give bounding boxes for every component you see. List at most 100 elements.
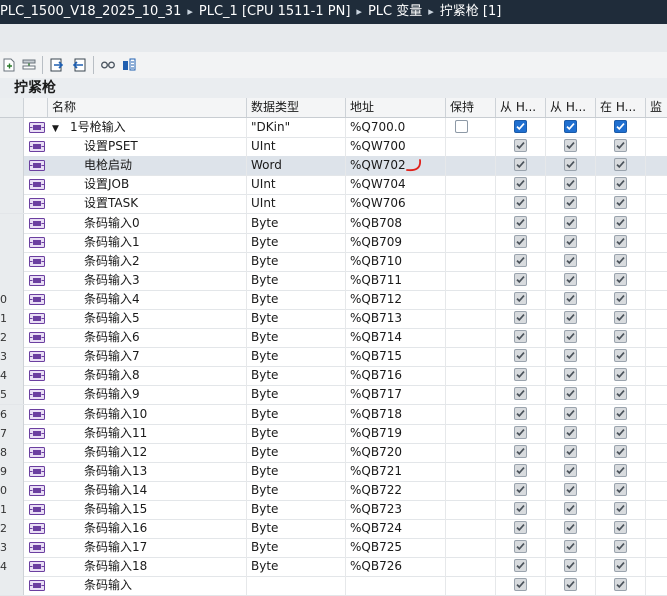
row-number[interactable]: 2 (0, 519, 24, 539)
tag-name-cell[interactable]: 条码输入6 (48, 328, 247, 348)
tag-name-cell[interactable]: 条码输入1 (48, 232, 247, 252)
row-number[interactable] (0, 270, 24, 290)
visible-in-hmi-checkbox[interactable] (614, 272, 627, 286)
tag-address-cell[interactable]: %QB724 (346, 519, 446, 539)
retain-checkbox[interactable] (455, 120, 468, 133)
accessible-from-hmi-checkbox[interactable] (514, 406, 527, 420)
accessible-from-hmi-checkbox[interactable] (514, 368, 527, 382)
tag-type-cell[interactable]: Byte (247, 538, 346, 558)
tag-address-cell[interactable]: %QB715 (346, 347, 446, 367)
row-number[interactable]: 3 (0, 538, 24, 558)
accessible-from-hmi-checkbox[interactable] (514, 521, 527, 535)
tag-type-cell[interactable]: Byte (247, 251, 346, 271)
table-row[interactable]: 2 条码输入16 Byte %QB724 (0, 519, 667, 540)
table-row[interactable]: 4 条码输入8 Byte %QB716 (0, 366, 667, 387)
table-row[interactable]: 条码输入3 Byte %QB711 (0, 270, 667, 291)
column-header-from-hmi-1[interactable]: 从 H... (496, 98, 546, 117)
writable-from-hmi-checkbox[interactable] (564, 482, 577, 496)
tag-address-cell[interactable]: %QW702 (346, 156, 446, 176)
watch-table-icon[interactable] (120, 56, 138, 74)
visible-in-hmi-checkbox[interactable] (614, 139, 627, 153)
writable-from-hmi-checkbox[interactable] (564, 196, 577, 210)
breadcrumb-item[interactable]: PLC_1500_V18_2025_10_31 (0, 4, 181, 19)
tag-address-cell[interactable]: %QB714 (346, 328, 446, 348)
row-number[interactable]: 1 (0, 309, 24, 328)
accessible-from-hmi-checkbox[interactable] (514, 559, 527, 573)
writable-from-hmi-checkbox[interactable] (564, 272, 577, 286)
tag-name-cell[interactable]: 条码输入12 (48, 442, 247, 462)
visible-in-hmi-checkbox[interactable] (614, 502, 627, 515)
row-number[interactable]: 2 (0, 328, 24, 348)
tag-name-cell[interactable]: 条码输入13 (48, 461, 247, 481)
export-icon[interactable] (48, 56, 66, 74)
visible-in-hmi-checkbox[interactable] (614, 463, 627, 477)
accessible-from-hmi-checkbox[interactable] (514, 311, 527, 324)
column-header-from-hmi-2[interactable]: 从 H... (546, 98, 596, 117)
tag-type-cell[interactable]: Byte (247, 423, 346, 443)
tag-name-cell[interactable]: 条码输入0 (48, 213, 247, 233)
visible-in-hmi-checkbox[interactable] (614, 406, 627, 420)
visible-in-hmi-checkbox[interactable] (614, 177, 627, 191)
table-row[interactable]: 条码输入0 Byte %QB708 (0, 213, 667, 234)
tag-type-cell[interactable]: Byte (247, 328, 346, 348)
row-number[interactable]: 6 (0, 404, 24, 424)
visible-in-hmi-checkbox[interactable] (614, 253, 627, 267)
table-row[interactable]: 2 条码输入6 Byte %QB714 (0, 328, 667, 349)
visible-in-hmi-checkbox[interactable] (614, 444, 627, 458)
row-number[interactable]: 0 (0, 480, 24, 500)
tag-name-cell[interactable]: 设置JOB (48, 175, 247, 195)
table-row[interactable]: 0 条码输入4 Byte %QB712 (0, 289, 667, 310)
tag-address-cell[interactable]: %QB709 (346, 232, 446, 252)
column-header-in-hmi[interactable]: 在 H... (596, 98, 646, 117)
visible-in-hmi-checkbox[interactable] (614, 368, 627, 382)
tag-type-cell[interactable]: Byte (247, 347, 346, 367)
tag-name-cell[interactable]: 设置TASK (48, 194, 247, 214)
column-header-type[interactable]: 数据类型 (247, 98, 346, 117)
row-number[interactable]: 4 (0, 557, 24, 577)
writable-from-hmi-checkbox[interactable] (564, 253, 577, 267)
visible-in-hmi-checkbox[interactable] (614, 311, 627, 324)
writable-from-hmi-checkbox[interactable] (564, 311, 577, 324)
tag-type-cell[interactable]: Byte (247, 557, 346, 577)
visible-in-hmi-checkbox[interactable] (614, 215, 627, 229)
accessible-from-hmi-checkbox[interactable] (514, 482, 527, 496)
tag-type-cell[interactable]: Byte (247, 366, 346, 386)
tag-name-cell[interactable]: 条码输入5 (48, 309, 247, 328)
insert-row-icon[interactable] (20, 56, 38, 74)
accessible-from-hmi-checkbox[interactable] (514, 502, 527, 515)
tag-type-cell[interactable]: "DKin" (247, 118, 346, 137)
column-header-address[interactable]: 地址 (346, 98, 446, 117)
tag-name-cell[interactable]: 条码输入4 (48, 289, 247, 309)
tag-address-cell[interactable]: %QB708 (346, 213, 446, 233)
tag-type-cell[interactable]: Byte (247, 270, 346, 290)
accessible-from-hmi-checkbox[interactable] (514, 463, 527, 477)
row-number[interactable]: 3 (0, 347, 24, 367)
accessible-from-hmi-checkbox[interactable] (514, 272, 527, 286)
breadcrumb-item[interactable]: 拧紧枪 [1] (440, 4, 502, 19)
row-number[interactable]: 9 (0, 461, 24, 481)
tag-address-cell[interactable]: %QB719 (346, 423, 446, 443)
table-row[interactable]: 条码输入 (0, 576, 667, 596)
add-tag-icon[interactable] (0, 56, 18, 74)
tag-name-cell[interactable]: 条码输入11 (48, 423, 247, 443)
tag-name-cell[interactable]: 条码输入7 (48, 347, 247, 367)
tag-address-cell[interactable]: %QW706 (346, 194, 446, 214)
tag-type-cell[interactable]: Word (247, 156, 346, 176)
accessible-from-hmi-checkbox[interactable] (514, 253, 527, 267)
accessible-from-hmi-checkbox[interactable] (514, 120, 527, 133)
table-row[interactable]: 电枪启动 Word %QW702 (0, 156, 667, 177)
tag-type-cell[interactable] (247, 576, 346, 596)
accessible-from-hmi-checkbox[interactable] (514, 215, 527, 229)
tag-address-cell[interactable]: %QB726 (346, 557, 446, 577)
tag-address-cell[interactable]: %QB711 (346, 270, 446, 290)
writable-from-hmi-checkbox[interactable] (564, 540, 577, 554)
row-number[interactable]: 1 (0, 500, 24, 519)
tag-type-cell[interactable]: Byte (247, 404, 346, 424)
tag-name-cell[interactable]: 条码输入17 (48, 538, 247, 558)
tag-type-cell[interactable]: Byte (247, 500, 346, 519)
writable-from-hmi-checkbox[interactable] (564, 559, 577, 573)
writable-from-hmi-checkbox[interactable] (564, 234, 577, 248)
table-row[interactable]: ▼ 1号枪输入 "DKin" %Q700.0 (0, 118, 667, 138)
tag-address-cell[interactable]: %QB713 (346, 309, 446, 328)
tag-address-cell[interactable]: %QB716 (346, 366, 446, 386)
